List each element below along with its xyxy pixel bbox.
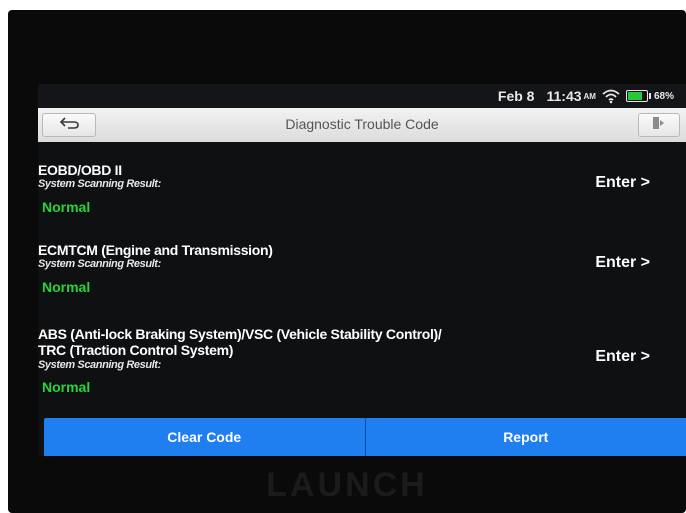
list-item-ecmtcm[interactable]: ECMTCM (Engine and Transmission) System … (38, 222, 686, 304)
battery-icon (625, 90, 651, 102)
page-title: Diagnostic Trouble Code (285, 116, 439, 132)
battery-percent: 68% (653, 90, 674, 102)
list-item-abs[interactable]: ABS (Anti-lock Braking System)/VSC (Vehi… (38, 304, 686, 416)
row-subtitle: System Scanning Result: (38, 258, 161, 270)
status-normal: Normal (42, 379, 91, 395)
enter-button-abs[interactable]: Enter > (595, 348, 650, 366)
list-item-eobd[interactable]: EOBD/OBD II System Scanning Result: Norm… (38, 142, 686, 222)
exit-icon (651, 116, 667, 135)
report-button[interactable]: Report (365, 418, 686, 456)
brand-logo: LAUNCH (266, 466, 428, 504)
status-normal: Normal (42, 199, 91, 215)
exit-button[interactable] (638, 113, 680, 137)
battery-fill (627, 92, 642, 100)
title-bar: Diagnostic Trouble Code (38, 108, 686, 142)
status-normal: Normal (42, 279, 91, 295)
status-date: Feb 8 (497, 88, 535, 104)
row-title: EOBD/OBD II (38, 162, 122, 178)
wifi-icon (602, 88, 620, 104)
row-title: ABS (Anti-lock Braking System)/VSC (Vehi… (38, 326, 442, 342)
device-frame: Feb 8 11:43 AM 68% Diagnostic Trouble Co… (8, 10, 686, 513)
row-subtitle: System Scanning Result: (38, 359, 161, 371)
status-ampm: AM (583, 91, 596, 101)
row-title-line-2: TRC (Traction Control System) (38, 342, 234, 358)
row-title: ECMTCM (Engine and Transmission) (38, 242, 273, 258)
enter-button-ecmtcm[interactable]: Enter > (595, 254, 650, 272)
row-subtitle: System Scanning Result: (38, 178, 161, 190)
clear-code-button[interactable]: Clear Code (44, 418, 366, 456)
screen: Feb 8 11:43 AM 68% Diagnostic Trouble Co… (38, 84, 686, 456)
status-time: 11:43 (546, 88, 582, 104)
enter-button-eobd[interactable]: Enter > (595, 174, 650, 192)
battery-nub (648, 93, 651, 99)
status-bar: Feb 8 11:43 AM 68% (38, 84, 686, 108)
action-bar: Clear Code Report (44, 418, 686, 456)
status-right: Feb 8 11:43 AM 68% (498, 86, 674, 106)
